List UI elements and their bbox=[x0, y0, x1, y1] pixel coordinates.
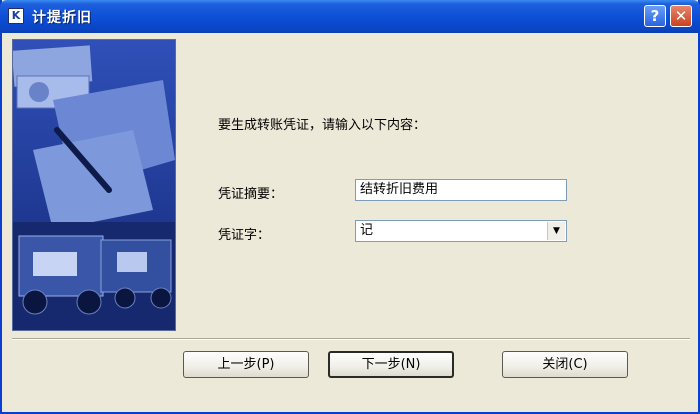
close-window-button[interactable]: ✕ bbox=[670, 5, 692, 27]
prev-step-button[interactable]: 上一步(P) bbox=[183, 351, 309, 378]
voucher-word-select[interactable]: 记 ▼ bbox=[355, 220, 567, 242]
wizard-dialog: K 计提折旧 ? ✕ 要生成转账凭证，请输入以下内容： 凭证摘要： 结转折旧费用… bbox=[0, 0, 700, 414]
close-button[interactable]: 关闭(C) bbox=[502, 351, 628, 378]
help-button[interactable]: ? bbox=[644, 5, 666, 27]
wizard-banner-image bbox=[12, 39, 176, 331]
voucher-word-value: 记 bbox=[360, 223, 374, 238]
voucher-word-label: 凭证字： bbox=[218, 228, 271, 243]
voucher-summary-input[interactable]: 结转折旧费用 bbox=[355, 179, 567, 201]
next-step-button[interactable]: 下一步(N) bbox=[328, 351, 454, 378]
button-separator bbox=[12, 338, 690, 340]
title-bar[interactable]: K 计提折旧 ? ✕ bbox=[0, 0, 700, 33]
voucher-summary-label: 凭证摘要： bbox=[218, 187, 284, 202]
chevron-down-icon[interactable]: ▼ bbox=[547, 222, 565, 240]
window-title: 计提折旧 bbox=[32, 10, 92, 26]
app-icon: K bbox=[8, 8, 24, 24]
wizard-prompt: 要生成转账凭证，请输入以下内容： bbox=[218, 118, 427, 133]
